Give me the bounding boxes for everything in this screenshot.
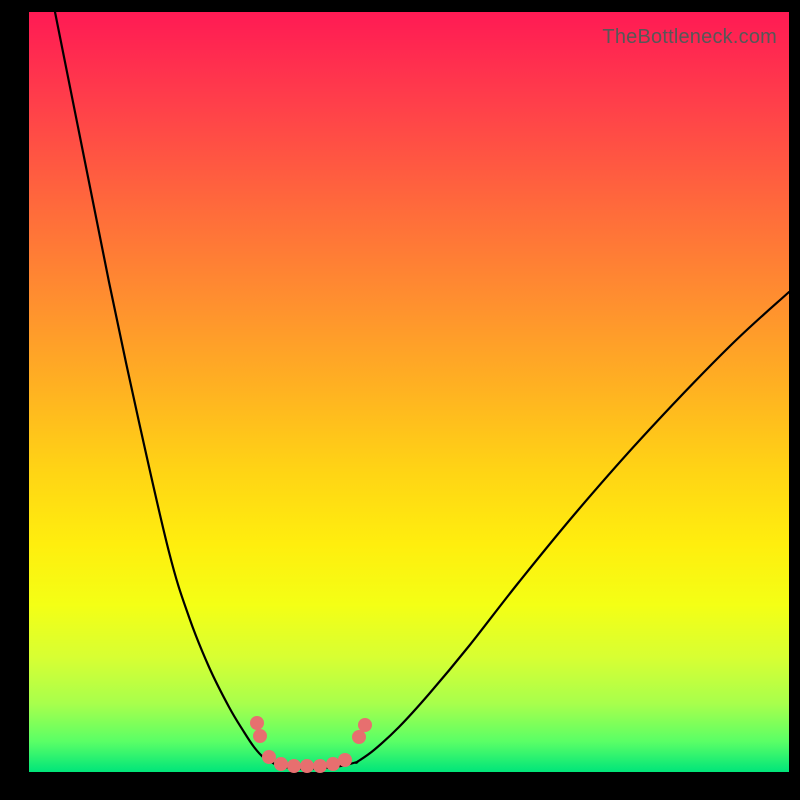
highlight-dot [338,753,352,767]
plot-area: TheBottleneck.com [29,12,789,772]
highlight-dot [326,757,340,771]
highlight-dot [262,750,276,764]
highlight-dot [250,716,264,730]
highlight-dot [287,759,301,773]
highlight-dot [352,730,366,744]
highlight-dot [300,759,314,773]
highlight-dot [358,718,372,732]
curve-svg [29,12,789,772]
highlight-dot [253,729,267,743]
bottleneck-curve [55,12,789,769]
highlight-dot [274,757,288,771]
chart-frame: TheBottleneck.com [0,0,800,800]
valley-dots [250,716,372,773]
highlight-dot [313,759,327,773]
